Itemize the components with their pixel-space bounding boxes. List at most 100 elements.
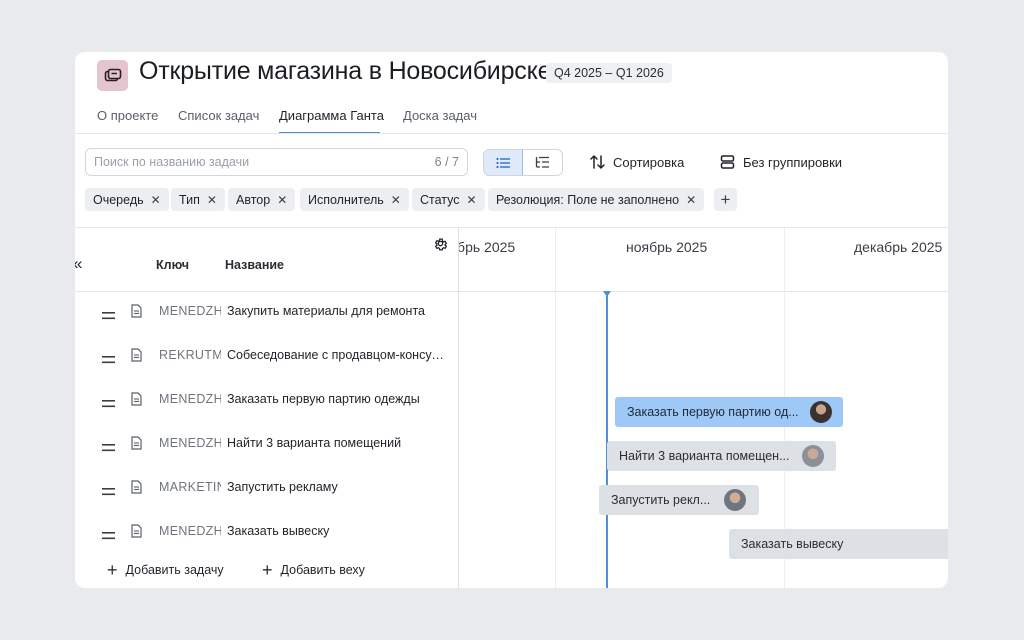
project-folder-icon xyxy=(97,60,128,91)
document-icon xyxy=(131,348,142,367)
filter-chip-status[interactable]: Статус ✕ xyxy=(412,188,485,211)
table-row[interactable]: MENEDZHER-3 Заказать первую партию одежды xyxy=(75,379,458,423)
add-task-button[interactable]: + Добавить задачу xyxy=(107,560,224,580)
list-view-icon xyxy=(496,157,510,168)
project-tabs: О проекте Список задач Диаграмма Ганта Д… xyxy=(75,104,948,134)
tree-view-icon xyxy=(535,156,549,168)
month-label: ноябрь 2025 xyxy=(626,239,708,255)
task-key[interactable]: REKRUTMENT-2 xyxy=(159,348,221,362)
task-name[interactable]: Найти 3 варианта помещений xyxy=(227,436,449,450)
close-icon[interactable]: ✕ xyxy=(391,193,401,207)
month-gridline xyxy=(555,228,556,588)
task-name[interactable]: Заказать вывеску xyxy=(227,524,449,538)
filter-chip-type[interactable]: Тип ✕ xyxy=(171,188,225,211)
tab-task-list[interactable]: Список задач xyxy=(178,108,259,123)
close-icon[interactable]: ✕ xyxy=(467,193,477,207)
close-icon[interactable]: ✕ xyxy=(686,193,696,207)
sort-label: Сортировка xyxy=(613,154,685,170)
document-icon xyxy=(131,524,142,543)
gear-icon[interactable] xyxy=(433,236,448,256)
tabs-divider xyxy=(75,133,948,134)
close-icon[interactable]: ✕ xyxy=(207,193,217,207)
task-key[interactable]: MENEDZHER-6 xyxy=(159,524,221,538)
close-icon[interactable]: ✕ xyxy=(151,193,161,207)
grouping-icon xyxy=(720,155,735,169)
drag-handle-icon[interactable] xyxy=(102,527,115,545)
month-label: декабрь 2025 xyxy=(854,239,943,255)
table-row[interactable]: MARKETING-5 Запустить рекламу xyxy=(75,467,458,511)
task-key[interactable]: MENEDZHER-4 xyxy=(159,436,221,450)
table-row[interactable]: MENEDZHER-1 Закупить материалы для ремонт… xyxy=(75,291,458,335)
collapse-panel-icon[interactable]: « xyxy=(75,254,82,274)
gantt-bar[interactable]: Заказать первую партию од... xyxy=(615,397,843,427)
assignee-avatar[interactable] xyxy=(802,445,824,467)
tab-about[interactable]: О проекте xyxy=(97,108,158,123)
gantt-bar[interactable]: Найти 3 варианта помещен... xyxy=(607,441,836,471)
close-icon[interactable]: ✕ xyxy=(277,193,287,207)
task-name[interactable]: Запустить рекламу xyxy=(227,480,449,494)
task-name[interactable]: Заказать первую партию одежды xyxy=(227,392,449,406)
gantt-bar-label: Заказать первую партию од... xyxy=(627,405,799,419)
table-header: « Ключ Название xyxy=(75,228,458,291)
tree-view-button[interactable] xyxy=(523,150,562,175)
column-header-key: Ключ xyxy=(156,258,190,272)
filter-chip-author[interactable]: Автор ✕ xyxy=(228,188,296,211)
sort-button[interactable]: Сортировка xyxy=(590,152,684,172)
drag-handle-icon[interactable] xyxy=(102,307,115,325)
filter-chip-label: Автор xyxy=(236,192,271,207)
plus-icon: + xyxy=(262,560,273,580)
drag-handle-icon[interactable] xyxy=(102,483,115,501)
gantt-bar[interactable]: Заказать вывеску xyxy=(729,529,948,559)
grouping-label: Без группировки xyxy=(743,154,843,170)
add-filter-button[interactable]: + xyxy=(714,188,737,211)
document-icon xyxy=(131,436,142,455)
document-icon xyxy=(131,304,142,323)
filter-chip-label: Очередь xyxy=(93,192,144,207)
filter-chip-label: Тип xyxy=(179,192,200,207)
sort-icon xyxy=(590,155,605,169)
add-milestone-label: Добавить веху xyxy=(280,563,365,577)
filter-chip-assignee[interactable]: Исполнитель ✕ xyxy=(300,188,409,211)
drag-handle-icon[interactable] xyxy=(102,439,115,457)
task-name[interactable]: Закупить материалы для ремонта xyxy=(227,304,449,318)
task-name[interactable]: Собеседование с продавцом-консультантом xyxy=(227,348,449,362)
gantt-bar-label: Найти 3 варианта помещен... xyxy=(619,449,790,463)
filter-chip-label: Резолюция: Поле не заполнено xyxy=(496,192,680,207)
table-row[interactable]: REKRUTMENT-2 Собеседование с продавцом-ко… xyxy=(75,335,458,379)
gantt-bar-label: Заказать вывеску xyxy=(741,537,844,551)
period-badge: Q4 2025 – Q1 2026 xyxy=(546,63,672,83)
tab-gantt[interactable]: Диаграмма Ганта xyxy=(279,108,384,123)
gantt-bar-label: Запустить рекл... xyxy=(611,493,711,507)
list-view-button[interactable] xyxy=(484,150,524,175)
filter-chip-resolution[interactable]: Резолюция: Поле не заполнено ✕ xyxy=(488,188,705,211)
document-icon xyxy=(131,392,142,411)
search-box: 6 / 7 xyxy=(85,148,468,176)
table-row[interactable]: MENEDZHER-6 Заказать вывеску xyxy=(75,511,458,555)
add-milestone-button[interactable]: + Добавить веху xyxy=(262,560,365,580)
column-header-name: Название xyxy=(225,258,285,272)
task-key[interactable]: MENEDZHER-1 xyxy=(159,304,221,318)
grouping-button[interactable]: Без группировки xyxy=(720,152,842,172)
project-title: Открытие магазина в Новосибирске xyxy=(139,57,552,85)
assignee-avatar[interactable] xyxy=(810,401,832,423)
plus-icon: + xyxy=(720,189,731,209)
search-input[interactable] xyxy=(94,153,394,171)
gantt-card: Открытие магазина в Новосибирске Q4 2025… xyxy=(75,52,948,588)
gantt-bar[interactable]: Запустить рекл... xyxy=(599,485,759,515)
table-row[interactable]: MENEDZHER-4 Найти 3 варианта помещений xyxy=(75,423,458,467)
plus-icon: + xyxy=(107,560,118,580)
tab-board[interactable]: Доска задач xyxy=(403,108,477,123)
gantt-timeline: октябрь 2025 ноябрь 2025 декабрь 2025 За… xyxy=(459,228,948,588)
view-toggle xyxy=(483,149,563,176)
filter-chip-queue[interactable]: Очередь ✕ xyxy=(85,188,169,211)
search-count: 6 / 7 xyxy=(434,155,459,169)
assignee-avatar[interactable] xyxy=(724,489,746,511)
document-icon xyxy=(131,480,142,499)
drag-handle-icon[interactable] xyxy=(102,351,115,369)
filter-chip-label: Исполнитель xyxy=(308,192,384,207)
task-key[interactable]: MENEDZHER-3 xyxy=(159,392,221,406)
filter-chip-label: Статус xyxy=(420,192,460,207)
task-key[interactable]: MARKETING-5 xyxy=(159,480,221,494)
drag-handle-icon[interactable] xyxy=(102,395,115,413)
add-task-label: Добавить задачу xyxy=(125,563,224,577)
